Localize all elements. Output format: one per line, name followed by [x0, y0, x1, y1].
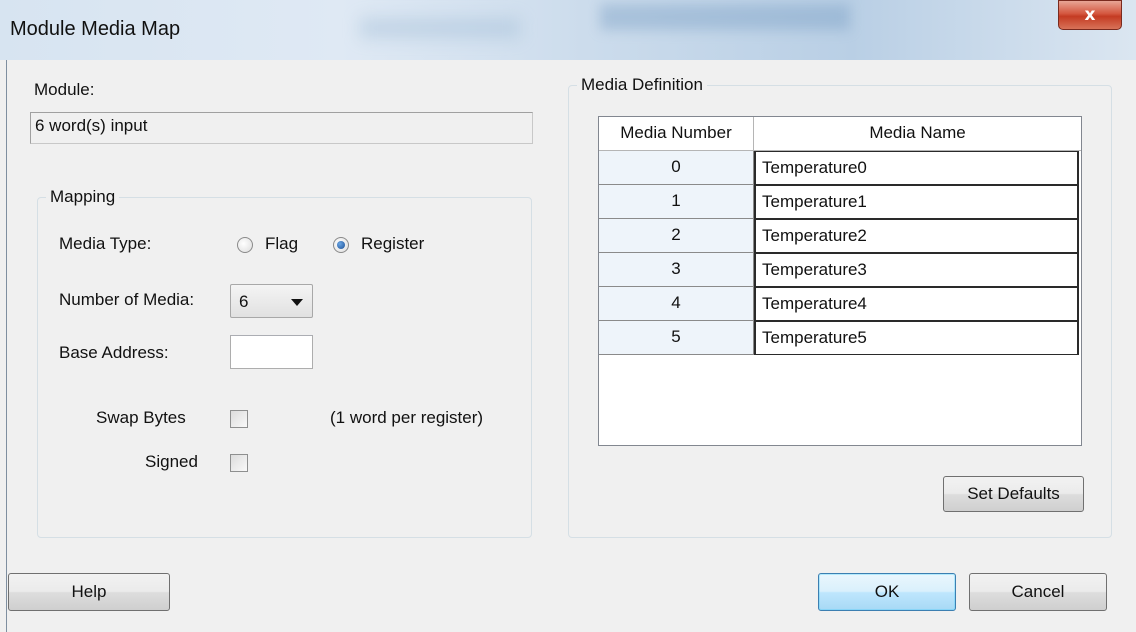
flag-radio[interactable]	[237, 237, 253, 253]
table-row[interactable]: 3 Temperature3	[599, 253, 1081, 287]
swap-bytes-checkbox[interactable]	[230, 410, 248, 428]
column-header-media-name[interactable]: Media Name	[754, 117, 1081, 151]
table-row[interactable]: 4 Temperature4	[599, 287, 1081, 321]
window-title: Module Media Map	[10, 18, 181, 40]
media-name-cell[interactable]: Temperature2	[754, 219, 1079, 253]
media-table[interactable]: Media Number Media Name 0 Temperature0 1…	[598, 116, 1082, 446]
media-number-cell: 1	[599, 185, 754, 219]
base-address-label: Base Address:	[59, 343, 169, 362]
media-name-cell[interactable]: Temperature5	[754, 321, 1079, 355]
set-defaults-button[interactable]: Set Defaults	[943, 476, 1084, 512]
cancel-button[interactable]: Cancel	[969, 573, 1107, 611]
media-number-cell: 5	[599, 321, 754, 355]
swap-bytes-note: (1 word per register)	[330, 408, 484, 427]
column-header-label: Media Number	[620, 123, 732, 142]
window-frame	[6, 60, 7, 632]
swap-bytes-label: Swap Bytes	[96, 408, 186, 427]
column-header-media-number[interactable]: Media Number	[599, 117, 754, 151]
register-radio[interactable]	[333, 237, 349, 253]
help-button[interactable]: Help	[8, 573, 170, 611]
media-name-cell[interactable]: Temperature3	[754, 253, 1079, 287]
number-of-media-dropdown[interactable]: 6	[230, 284, 313, 318]
media-definition-label: Media Definition	[581, 75, 703, 94]
media-name-cell[interactable]: Temperature1	[754, 185, 1079, 219]
table-row[interactable]: 1 Temperature1	[599, 185, 1081, 219]
number-of-media-value: 6	[239, 292, 249, 311]
signed-checkbox[interactable]	[230, 454, 248, 472]
media-number-cell: 0	[599, 151, 754, 185]
media-number-cell: 2	[599, 219, 754, 253]
media-name-cell[interactable]: Temperature4	[754, 287, 1079, 321]
mapping-group-label: Mapping	[50, 187, 116, 206]
base-address-input[interactable]	[230, 335, 313, 369]
ok-button[interactable]: OK	[818, 573, 956, 611]
module-label: Module:	[34, 80, 95, 99]
table-row[interactable]: 5 Temperature5	[599, 321, 1081, 355]
media-name-cell[interactable]: Temperature0	[754, 151, 1079, 185]
module-value-field: 6 word(s) input	[30, 112, 533, 144]
media-number-cell: 4	[599, 287, 754, 321]
close-icon: x	[1084, 5, 1096, 25]
table-row[interactable]: 0 Temperature0	[599, 151, 1081, 185]
title-bar: Module Media Map x	[0, 0, 1136, 60]
table-row[interactable]: 2 Temperature2	[599, 219, 1081, 253]
column-header-label: Media Name	[869, 123, 966, 142]
flag-radio-label[interactable]: Flag	[265, 234, 298, 254]
media-type-label: Media Type:	[59, 234, 152, 253]
media-number-cell: 3	[599, 253, 754, 287]
chevron-down-icon	[291, 299, 303, 306]
signed-label: Signed	[145, 452, 198, 471]
number-of-media-label: Number of Media:	[59, 290, 195, 309]
close-button[interactable]: x	[1058, 0, 1122, 30]
register-radio-label[interactable]: Register	[361, 234, 424, 254]
